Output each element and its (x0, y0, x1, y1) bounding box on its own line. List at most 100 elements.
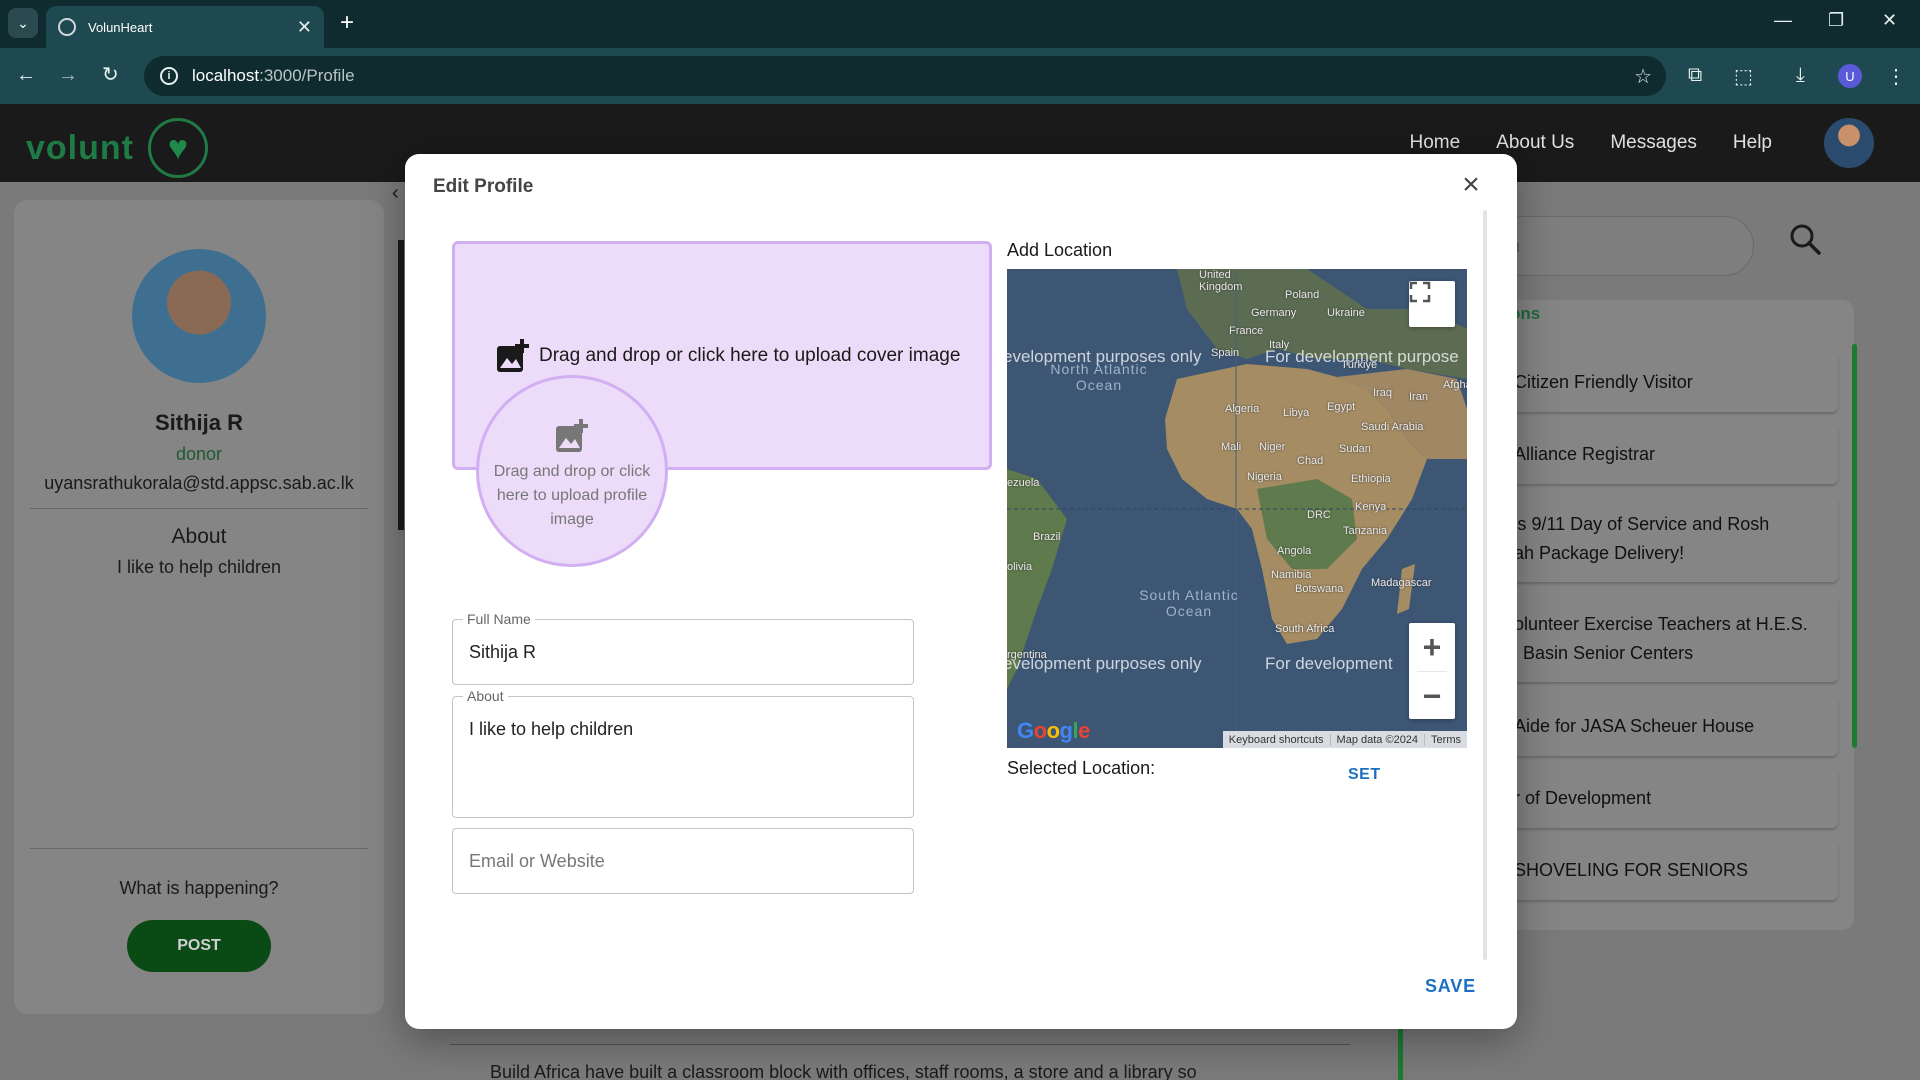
back-icon[interactable]: ← (16, 64, 36, 86)
country-label: Egypt (1327, 401, 1356, 413)
close-tab-icon[interactable]: ✕ (297, 17, 312, 38)
country-label: Libya (1283, 407, 1310, 419)
country-label: Chad (1297, 455, 1324, 467)
country-label: Namibia (1271, 569, 1312, 581)
close-icon[interactable]: × (1457, 170, 1485, 200)
selected-location-label: Selected Location: (1007, 758, 1156, 778)
country-label: rgentina (1007, 649, 1047, 661)
list-item-title: olunteer Exercise Teachers at H.E.S. (1514, 614, 1808, 634)
logo-text: volunt (26, 128, 134, 167)
minimize-icon[interactable]: — (1774, 10, 1792, 31)
fullscreen-button[interactable] (1409, 281, 1455, 327)
about-value: I like to help children (469, 719, 634, 739)
panel-scrollbar[interactable] (1852, 344, 1857, 748)
post-button[interactable]: POST (127, 920, 271, 972)
country-label: Afgha (1443, 379, 1467, 391)
list-item-title-cont: ah Package Delivery! (1514, 543, 1685, 563)
country-label: DRC (1307, 509, 1331, 521)
profile-upload-text: Drag and drop or click here to upload pr… (493, 463, 651, 528)
list-item-title: SHOVELING FOR SENIORS (1514, 859, 1749, 880)
new-tab-button[interactable]: + (340, 10, 354, 36)
country-label: Sudan (1339, 443, 1371, 455)
window-close-icon[interactable]: ✕ (1882, 10, 1897, 31)
divider (30, 848, 368, 849)
bookmark-star-icon[interactable]: ☆ (1634, 64, 1652, 89)
country-label: Saudi Arabia (1361, 421, 1424, 433)
list-item-title: Aide for JASA Scheuer House (1514, 715, 1755, 736)
terms-link[interactable]: Terms (1424, 733, 1467, 746)
nav-about-us[interactable]: About Us (1496, 132, 1574, 154)
email-website-placeholder: Email or Website (469, 851, 605, 871)
cover-upload-text: Drag and drop or click here to upload co… (539, 345, 961, 366)
list-item-title: 's 9/11 Day of Service and Rosh (1514, 514, 1770, 534)
country-label: Iraq (1373, 387, 1392, 399)
browser-tab[interactable]: VolunHeart ✕ (46, 6, 324, 48)
feed-accent-line (1398, 1026, 1403, 1080)
modal-scrollbar[interactable] (1483, 210, 1487, 960)
ocean-label: South Atlantic Ocean (1139, 587, 1239, 619)
list-item-title-cont: l Basin Senior Centers (1514, 643, 1694, 663)
country-label: Ukraine (1327, 307, 1365, 319)
restore-icon[interactable]: ❐ (1828, 10, 1844, 31)
tab-title: VolunHeart (88, 19, 153, 35)
nav-messages[interactable]: Messages (1610, 132, 1697, 154)
forward-icon[interactable]: → (58, 64, 78, 86)
zoom-out-button[interactable]: − (1409, 672, 1455, 720)
browser-menu-icon[interactable]: ⋮ (1886, 64, 1906, 89)
fullscreen-icon (1409, 281, 1431, 303)
location-map[interactable]: evelopment purposes only For development… (1007, 269, 1467, 748)
email-website-field[interactable]: Email or Website (452, 828, 914, 894)
google-logo: Google (1017, 718, 1090, 743)
reload-icon[interactable]: ↻ (102, 64, 119, 86)
feed-edge (398, 240, 404, 530)
keyboard-shortcuts-link[interactable]: Keyboard shortcuts (1223, 734, 1330, 746)
nav-help[interactable]: Help (1733, 132, 1772, 154)
search-icon[interactable] (1788, 222, 1822, 256)
about-field[interactable]: About I like to help children (452, 688, 914, 818)
save-button[interactable]: SAVE (1425, 976, 1476, 997)
extensions-icon[interactable]: ⬚ (1734, 64, 1753, 89)
tab-search-button[interactable]: ⌄ (8, 8, 38, 38)
browser-tabstrip: ⌄ VolunHeart ✕ + — ❐ ✕ (0, 0, 1920, 48)
country-label: Brazil (1033, 531, 1061, 543)
map-data-credit: Map data ©2024 (1329, 733, 1425, 746)
full-name-value: Sithija R (469, 642, 537, 662)
logo[interactable]: volunt ♥ (26, 118, 208, 178)
profile-about-text: I like to help children (116, 557, 282, 577)
ocean-label: North Atlantic Ocean (1050, 361, 1148, 393)
nav-home[interactable]: Home (1409, 132, 1460, 154)
add-photo-icon (556, 419, 588, 452)
country-label: Tanzania (1343, 525, 1388, 537)
add-photo-icon (497, 339, 529, 372)
download-icon[interactable]: ⤓ (1796, 64, 1805, 87)
address-bar[interactable]: i localhost:3000/Profile ☆ (144, 56, 1666, 96)
country-label: Mali (1221, 441, 1242, 453)
url-path: :3000/Profile (259, 66, 355, 85)
profile-image-dropzone[interactable]: Drag and drop or click here to upload pr… (476, 375, 668, 567)
divider (450, 1044, 1350, 1045)
site-info-icon[interactable]: i (160, 67, 178, 85)
country-label: Kenya (1355, 501, 1387, 513)
globe-icon (58, 18, 76, 36)
country-label: olivia (1007, 561, 1033, 573)
full-name-field[interactable]: Full Name Sithija R (452, 611, 914, 685)
country-label: Ethiopia (1351, 473, 1391, 485)
country-label: South Africa (1275, 623, 1335, 635)
country-label: France (1229, 325, 1264, 337)
profile-name: Sithija R (154, 410, 243, 435)
edit-profile-modal: Edit Profile × Drag and drop or click he… (405, 154, 1517, 1029)
add-location-label: Add Location (1007, 240, 1113, 260)
search-input[interactable] (1494, 216, 1754, 276)
browser-profile-avatar[interactable]: U (1838, 64, 1862, 88)
country-label: Poland (1285, 289, 1320, 301)
feed-post-text: Build Africa have built a classroom bloc… (490, 1062, 1197, 1080)
set-location-button[interactable]: SET (1348, 766, 1381, 784)
profile-avatar (132, 249, 266, 383)
zoom-in-button[interactable]: + (1409, 623, 1455, 671)
translate-icon[interactable]: ⧉ (1688, 64, 1702, 87)
user-avatar[interactable] (1824, 118, 1874, 168)
country-label: Spain (1211, 347, 1240, 359)
heart-icon: ♥ (147, 118, 208, 178)
browser-toolbar: ← → ↻ i localhost:3000/Profile ☆ ⧉ ⬚ ⤓ ⋮ (0, 48, 1920, 104)
country-label: Angola (1277, 545, 1312, 557)
